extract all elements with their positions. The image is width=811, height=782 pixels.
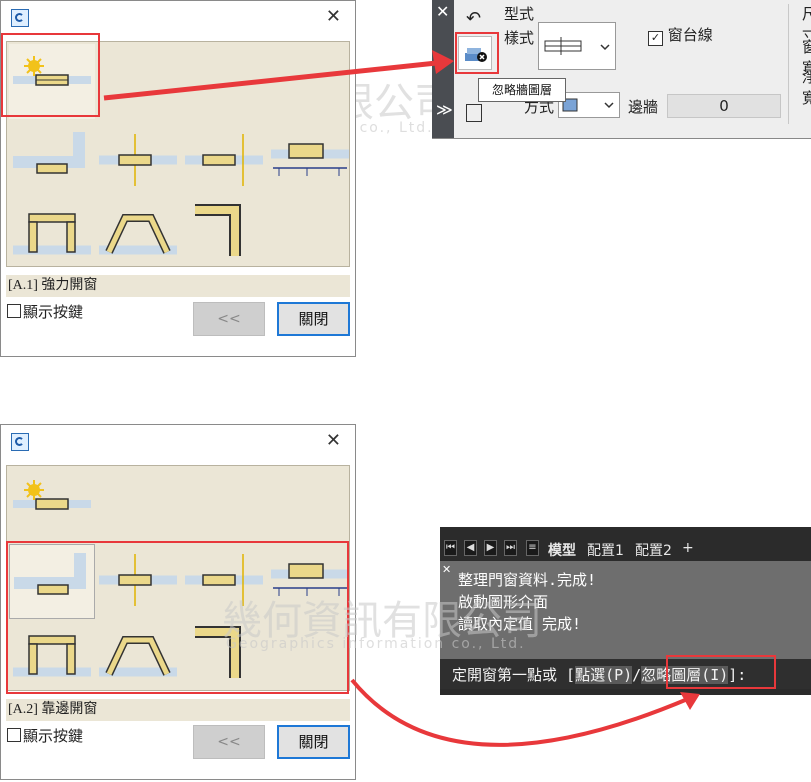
close-icon[interactable]: ✕ [326, 430, 341, 451]
window-type-a8[interactable] [181, 194, 267, 269]
layout-tab-bar: ⏮ ◀ ▶ ⏭ ≡ 模型 配置1 配置2 + [440, 537, 811, 561]
tab-model[interactable]: 模型 [548, 540, 576, 560]
last-tab-icon[interactable]: ⏭ [504, 540, 517, 556]
window-type-a7[interactable] [95, 194, 181, 269]
app-icon [11, 433, 29, 451]
window-type-a6[interactable] [9, 194, 95, 269]
tab-add[interactable]: + [682, 540, 694, 556]
tab-layout1[interactable]: 配置1 [587, 540, 624, 560]
close-icon[interactable]: ✕ [442, 563, 451, 576]
annotation-arrow-1 [103, 50, 454, 101]
next-tab-icon[interactable]: ▶ [484, 540, 497, 556]
prev-tab-icon[interactable]: ◀ [464, 540, 477, 556]
tab-layout2[interactable]: 配置2 [635, 540, 672, 560]
annotation-arrow-2 [350, 678, 700, 747]
selection-caption: [A.1] 強力開窗 [6, 275, 350, 297]
previous-button[interactable]: << [193, 302, 265, 336]
checkbox-box[interactable] [7, 304, 21, 318]
checkbox-label: 顯示按鍵 [23, 305, 84, 321]
dialog-titlebar: ✕ [1, 425, 355, 459]
history-line: 整理門窗資料.完成! [458, 571, 597, 589]
show-keys-checkbox[interactable]: 顯示按鍵 [7, 301, 83, 322]
close-button[interactable]: 關閉 [277, 302, 350, 336]
tab-list-icon[interactable]: ≡ [526, 540, 539, 556]
first-tab-icon[interactable]: ⏮ [444, 540, 457, 556]
window-type-a1[interactable] [9, 468, 95, 543]
